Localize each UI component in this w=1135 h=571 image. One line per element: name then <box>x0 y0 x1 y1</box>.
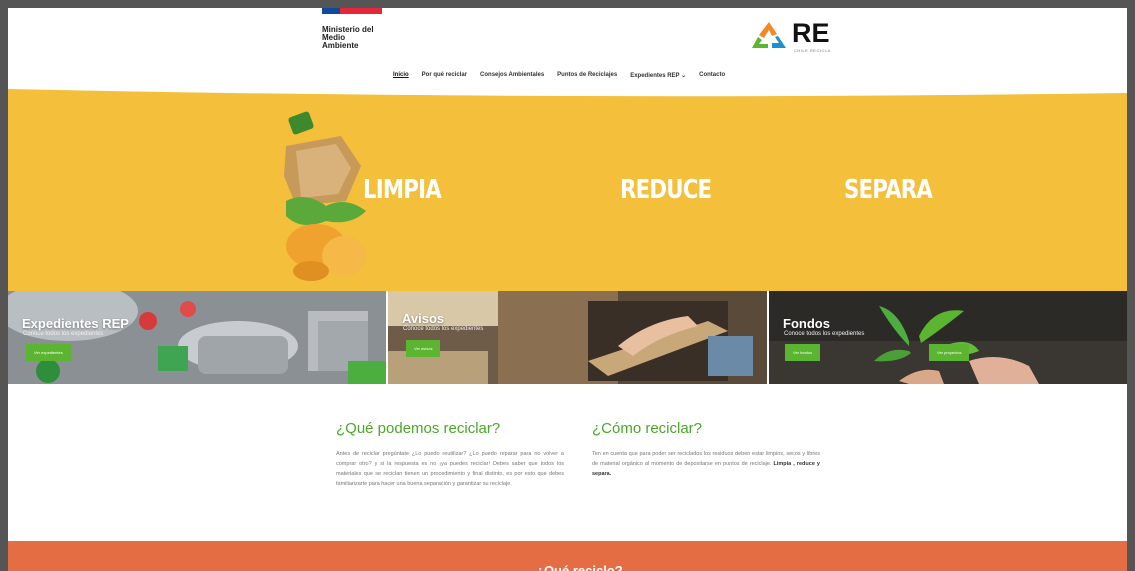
hero-banner: LIMPIA REDUCE SEPARA <box>8 88 1127 291</box>
tile-avisos[interactable]: Avisos Conoce todos los expedientes Ver … <box>388 291 767 384</box>
flag-bar <box>322 8 382 14</box>
section-como-reciclar: ¿Cómo reciclar? Ten en cuenta que para p… <box>592 420 820 479</box>
tile-expedientes-subtitle: Conoce todos los expedientes <box>23 331 104 337</box>
section-left-body: Antes de reciclar pregúntate ¿Lo puedo r… <box>336 451 564 487</box>
brand-tagline: CHILE RECICLA <box>794 48 831 53</box>
hero-word-limpia: LIMPIA <box>363 175 442 205</box>
nav-item-puntos-de-reciclajes[interactable]: Puntos de Reciclajes <box>557 72 617 79</box>
nav-item-contacto[interactable]: Contacto <box>699 72 725 79</box>
nav-item-consejos-ambientales[interactable]: Consejos Ambientales <box>480 72 544 79</box>
section-right-title: ¿Cómo reciclar? <box>592 420 703 437</box>
ver-expedientes-button[interactable]: Ver expedientes <box>26 344 71 361</box>
tile-fondos-subtitle: Conoce todos los expedientes <box>784 331 865 337</box>
tile-expedientes[interactable]: Expedientes REP Conoce todos los expedie… <box>8 291 386 384</box>
tile-expedientes-image <box>8 291 386 384</box>
que-reciclo-heading: ¿Qué reciclo? <box>536 563 623 571</box>
ver-avisos-button[interactable]: Ver avisos <box>406 340 441 357</box>
ministry-name: Ministerio del Medio Ambiente <box>322 25 374 50</box>
tile-fondos-title: Fondos <box>783 316 830 331</box>
recycle-icon <box>752 22 786 48</box>
ministry-logo[interactable]: Ministerio del Medio Ambiente <box>322 8 382 50</box>
que-reciclo-band: ¿Qué reciclo? <box>8 541 1127 571</box>
tile-fondos-image <box>769 291 1127 384</box>
section-right-body: Ten en cuenta que para poder ser recicla… <box>592 451 820 477</box>
nav-item-expedientes-rep[interactable]: Expedientes REP ⌄ <box>630 72 686 79</box>
ver-proyectos-button[interactable]: Ver proyectos <box>929 344 970 361</box>
nav-item-inicio[interactable]: Inicio <box>393 72 409 79</box>
tile-avisos-title: Avisos <box>402 311 445 326</box>
re-brand-logo[interactable]: RE CHILE RECICLA <box>748 18 831 53</box>
hero-word-reduce: REDUCE <box>620 175 712 205</box>
tile-avisos-image <box>388 291 767 384</box>
tile-avisos-subtitle: Conoce todos los expedientes <box>403 326 484 332</box>
section-que-podemos-reciclar: ¿Qué podemos reciclar? Antes de reciclar… <box>336 420 564 489</box>
hero-word-separa: SEPARA <box>844 175 933 205</box>
main-nav: Inicio Por qué reciclar Consejos Ambient… <box>393 72 725 79</box>
hero-top-wave <box>8 88 1127 97</box>
ver-fondos-button[interactable]: Ver fondos <box>785 344 821 361</box>
tile-fondos[interactable]: Fondos Conoce todos los expedientes Ver … <box>769 291 1127 384</box>
site-header: Ministerio del Medio Ambiente RE CHILE R… <box>8 8 1127 88</box>
section-left-title: ¿Qué podemos reciclar? <box>336 420 501 437</box>
brand-name: RE <box>792 18 830 48</box>
nav-item-por-que-reciclar[interactable]: Por qué reciclar <box>422 72 467 79</box>
feature-tiles: Expedientes REP Conoce todos los expedie… <box>8 291 1127 384</box>
tile-expedientes-title: Expedientes REP <box>22 316 129 331</box>
